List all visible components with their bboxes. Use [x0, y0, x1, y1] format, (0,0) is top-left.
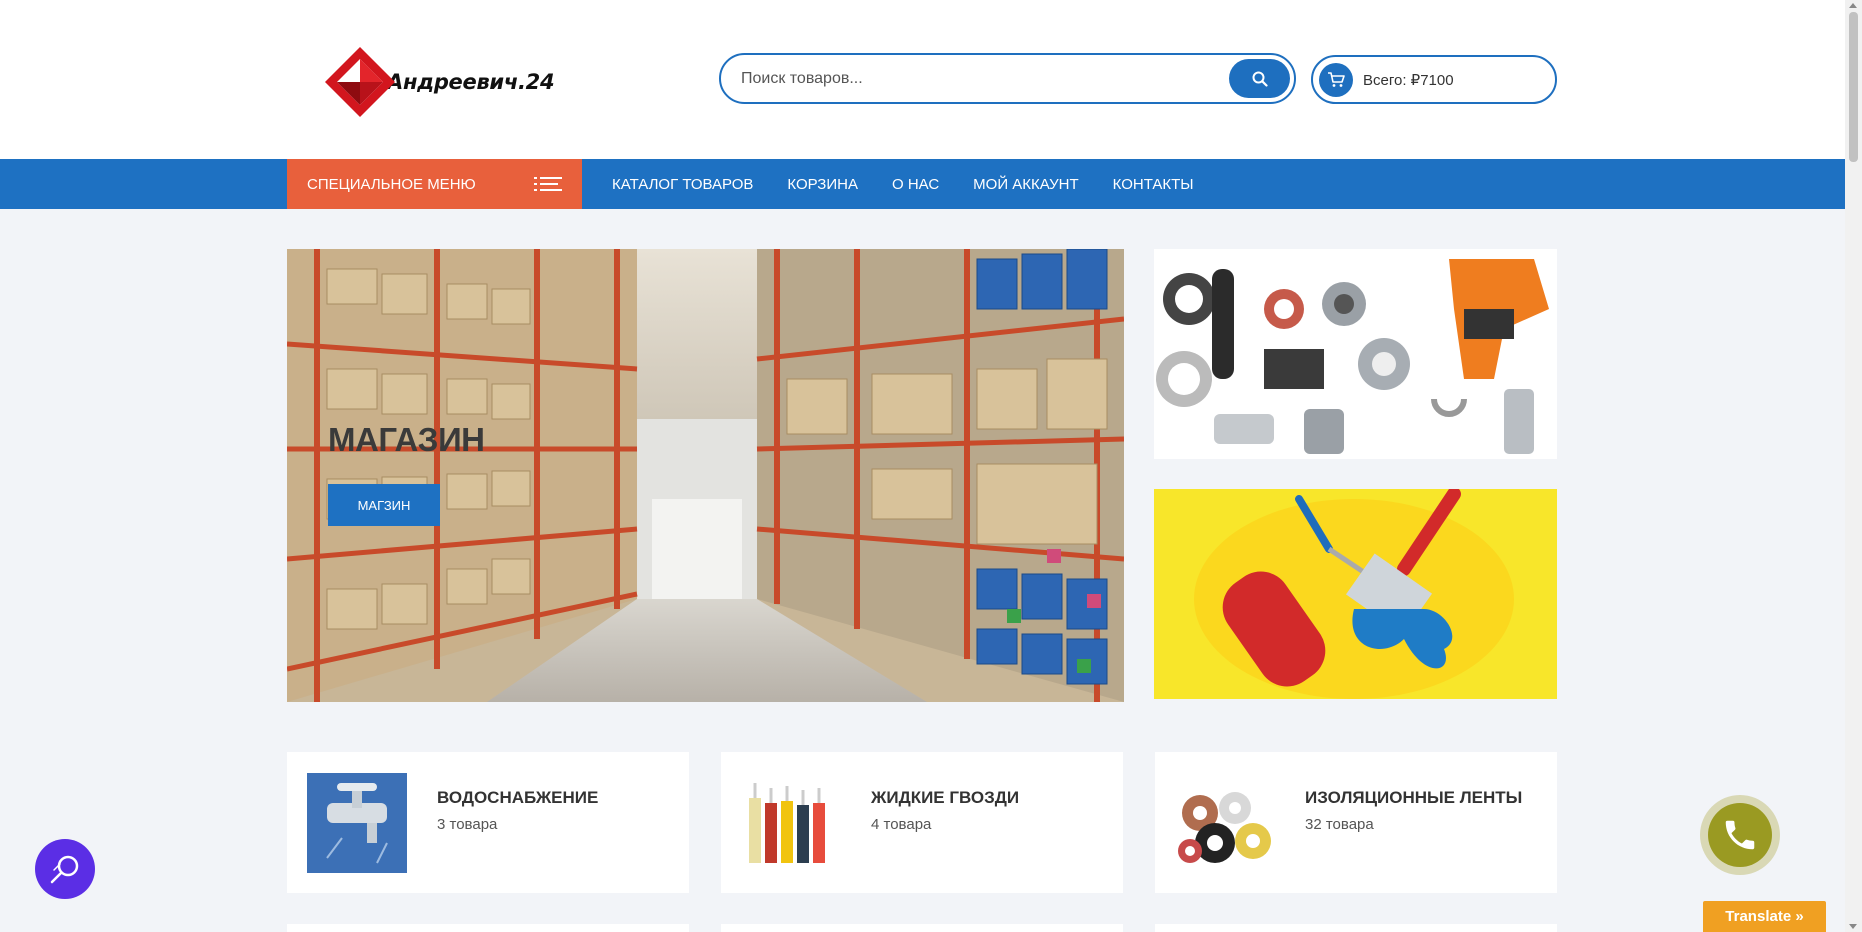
nav-link-about[interactable]: О НАС [892, 176, 939, 193]
phone-button-inner [1708, 803, 1772, 867]
search-icon [1252, 71, 1268, 87]
callback-phone-button[interactable] [1700, 795, 1780, 875]
nav-link-contacts[interactable]: КОНТАКТЫ [1113, 176, 1194, 193]
warehouse-image [287, 249, 1124, 702]
nav-links: КАТАЛОГ ТОВАРОВ КОРЗИНА О НАС МОЙ АККАУН… [612, 159, 1228, 209]
category-name: ЖИДКИЕ ГВОЗДИ [871, 788, 1020, 807]
hero-title: МАГАЗИН [328, 421, 485, 458]
paint-tools-image [1154, 489, 1557, 699]
category-card-insulation-tapes[interactable]: ИЗОЛЯЦИОННЫЕ ЛЕНТЫ 32 товара [1155, 752, 1557, 893]
site-header: Андреевич.24 Всего: ₽7100 [0, 0, 1845, 159]
accessibility-search-button[interactable] [35, 839, 95, 899]
category-image-tape-rolls [1175, 773, 1275, 873]
tools-parts-banner[interactable] [1154, 249, 1557, 459]
category-count: 4 товара [871, 816, 932, 833]
cart-total: Всего: ₽7100 [1363, 71, 1454, 89]
special-menu-label: СПЕЦИАЛЬНОЕ МЕНЮ [307, 175, 476, 193]
logo-text: Андреевич.24 [387, 70, 555, 94]
paint-banner[interactable] [1154, 489, 1557, 699]
category-card-partial[interactable] [287, 924, 689, 932]
magnifier-icon [50, 855, 79, 884]
scroll-up-arrow-icon[interactable] [1849, 3, 1857, 8]
search-bar [719, 53, 1296, 104]
search-button[interactable] [1229, 59, 1290, 98]
scrollbar-thumb[interactable] [1849, 12, 1858, 162]
category-card-water-supply[interactable]: ВОДОСНАБЖЕНИЕ 3 товара [287, 752, 689, 893]
category-image-faucet [307, 773, 407, 873]
category-card-partial[interactable] [721, 924, 1123, 932]
category-count: 3 товара [437, 816, 498, 833]
cart-icon [1319, 62, 1353, 97]
special-menu-button[interactable]: СПЕЦИАЛЬНОЕ МЕНЮ [287, 159, 582, 209]
tools-parts-image [1154, 249, 1557, 459]
category-image-sealant-tubes [741, 773, 841, 873]
category-name: ИЗОЛЯЦИОННЫЕ ЛЕНТЫ [1305, 788, 1523, 807]
category-count: 32 товара [1305, 816, 1374, 833]
logo-cube-icon [323, 45, 397, 119]
translate-button[interactable]: Translate » [1703, 901, 1826, 932]
search-input[interactable] [741, 69, 1221, 88]
main-nav: СПЕЦИАЛЬНОЕ МЕНЮ КАТАЛОГ ТОВАРОВ КОРЗИНА… [0, 159, 1845, 209]
category-name: ВОДОСНАБЖЕНИЕ [437, 788, 599, 807]
nav-link-catalog[interactable]: КАТАЛОГ ТОВАРОВ [612, 176, 753, 193]
page-scrollbar[interactable] [1845, 0, 1862, 932]
cart-summary[interactable]: Всего: ₽7100 [1311, 55, 1557, 104]
phone-icon [1725, 820, 1755, 850]
hero-banner: МАГАЗИН МАГЗИН [287, 249, 1124, 702]
nav-link-cart[interactable]: КОРЗИНА [787, 176, 858, 193]
category-card-liquid-nails[interactable]: ЖИДКИЕ ГВОЗДИ 4 товара [721, 752, 1123, 893]
nav-link-account[interactable]: МОЙ АККАУНТ [973, 176, 1078, 193]
hero-shop-button[interactable]: МАГЗИН [328, 484, 440, 526]
scroll-down-arrow-icon[interactable] [1849, 924, 1857, 929]
category-card-partial[interactable] [1155, 924, 1557, 932]
site-logo[interactable]: Андреевич.24 [323, 42, 555, 122]
menu-list-icon [534, 177, 562, 191]
